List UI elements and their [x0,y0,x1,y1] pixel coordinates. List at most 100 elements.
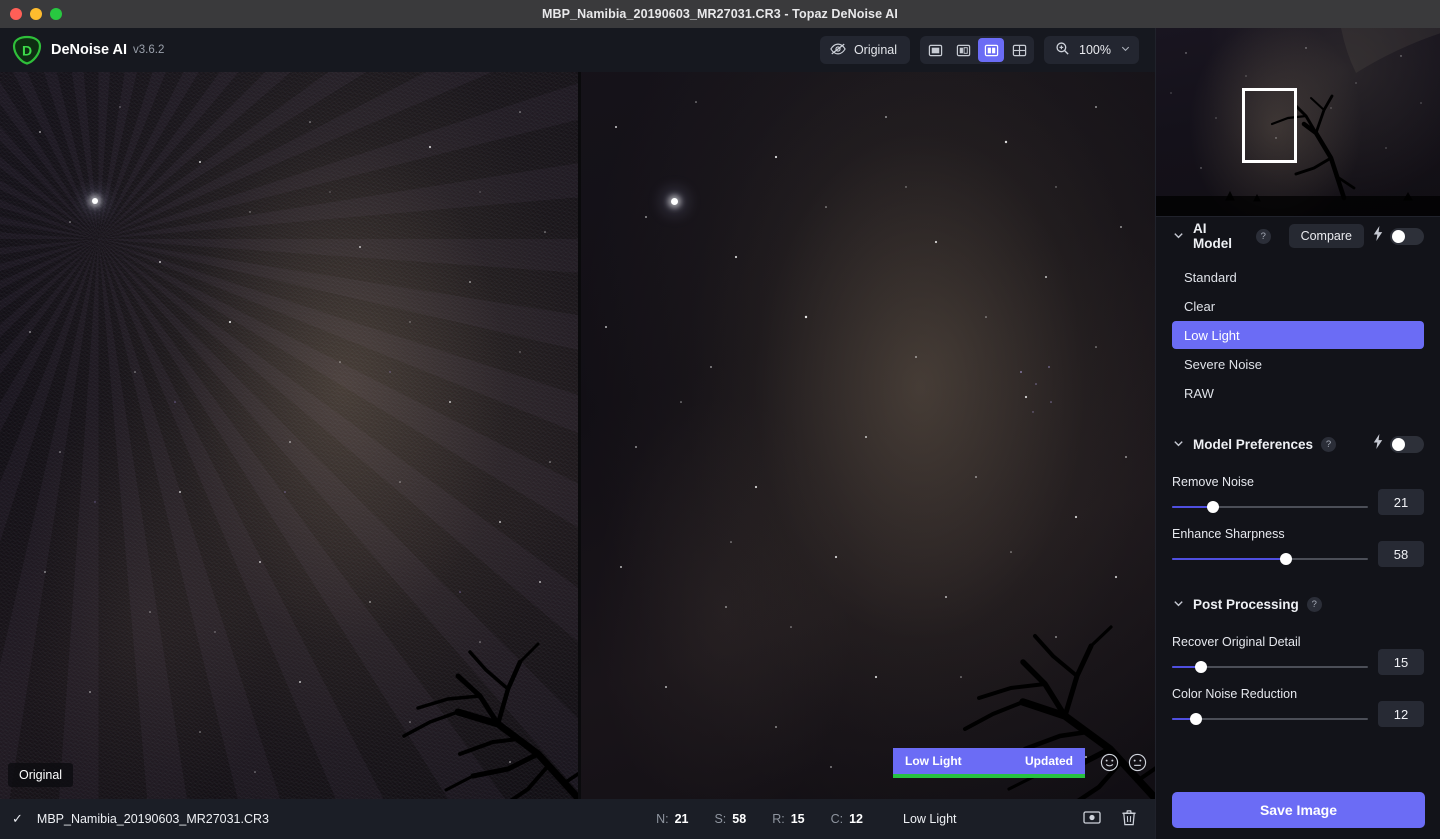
toolbar-actions: Original [820,36,1139,64]
status-model-label: Low Light [903,812,1083,826]
stat-key: C: [831,812,844,826]
model-label: Severe Noise [1184,357,1262,372]
chevron-down-icon[interactable] [1172,229,1185,244]
help-icon[interactable]: ? [1256,229,1271,244]
ai-model-auto-toggle[interactable] [1390,228,1424,245]
image-pane-processed[interactable] [581,72,1155,799]
app-name: DeNoise AI [51,42,127,58]
chevron-down-icon[interactable] [1172,597,1185,612]
remove-noise-label: Remove Noise [1172,475,1368,489]
save-image-button[interactable]: Save Image [1172,792,1425,828]
view-mode-group [920,36,1034,64]
title-bar: MBP_Namibia_20190603_MR27031.CR3 - Topaz… [0,0,1440,28]
view-mode-quad[interactable] [1006,38,1032,62]
lightning-icon [1372,434,1384,454]
slider-thumb[interactable] [1280,553,1292,565]
ai-model-option-clear[interactable]: Clear [1172,292,1424,320]
app-brand: D DeNoise AI v3.6.2 [12,35,164,65]
toggle-knob [1392,230,1405,243]
pane-divider[interactable] [578,72,581,799]
slider-thumb[interactable] [1207,501,1219,513]
pane-label-original: Original [8,763,73,787]
view-mode-split[interactable] [950,38,976,62]
ai-model-option-standard[interactable]: Standard [1172,263,1424,291]
ai-model-section: AI Model ? Compare Standard Clear Low Li… [1156,217,1440,407]
app-window: MBP_Namibia_20190603_MR27031.CR3 - Topaz… [0,0,1440,839]
view-mode-single[interactable] [922,38,948,62]
close-window-button[interactable] [10,8,22,20]
toggle-original-button[interactable]: Original [820,36,910,64]
image-pane-original[interactable]: Original [0,72,578,799]
help-icon[interactable]: ? [1321,437,1336,452]
enhance-sharpness-value[interactable]: 58 [1378,541,1424,567]
color-noise-reduction-value[interactable]: 12 [1378,701,1424,727]
preview-image-icon[interactable] [1083,809,1101,829]
post-processing-header: Post Processing ? [1172,585,1424,623]
enhance-sharpness-slider[interactable] [1172,552,1368,566]
neutral-face-icon[interactable] [1128,753,1147,777]
ai-model-header: AI Model ? Compare [1172,217,1424,255]
model-preferences-section: Model Preferences ? Remove Noise [1156,425,1440,567]
post-processing-section: Post Processing ? Recover Original Detai… [1156,585,1440,727]
model-preferences-title: Model Preferences [1193,437,1313,452]
delete-icon[interactable] [1121,809,1137,829]
view-mode-side-by-side[interactable] [978,38,1004,62]
top-toolbar: D DeNoise AI v3.6.2 Original [0,28,1155,72]
badge-content: Low Light Updated [893,748,1085,774]
recover-original-detail-value[interactable]: 15 [1378,649,1424,675]
status-bar: ✓ MBP_Namibia_20190603_MR27031.CR3 N: 21… [0,799,1155,839]
slider-thumb[interactable] [1195,661,1207,673]
recover-original-detail-slider[interactable] [1172,660,1368,674]
stat-key: R: [772,812,785,826]
zoom-control[interactable]: 100% [1044,36,1139,64]
ai-model-title: AI Model [1193,221,1248,251]
status-bar-actions [1083,809,1137,829]
ai-model-option-severe-noise[interactable]: Severe Noise [1172,350,1424,378]
topaz-logo-icon: D [12,35,42,65]
svg-text:D: D [22,43,32,59]
model-label: Low Light [1184,328,1240,343]
status-filename: MBP_Namibia_20190603_MR27031.CR3 [37,812,269,826]
model-preferences-header: Model Preferences ? [1172,425,1424,463]
navigator-preview[interactable] [1156,28,1440,217]
ai-model-option-raw[interactable]: RAW [1172,379,1424,407]
model-preferences-auto-toggle[interactable] [1390,436,1424,453]
remove-noise-control: Remove Noise 21 [1172,473,1424,515]
toggle-knob [1392,438,1405,451]
navigator-viewport-rect[interactable] [1242,88,1297,163]
compare-button[interactable]: Compare [1289,224,1364,248]
processing-status-badge: Low Light Updated [893,748,1085,778]
eye-off-icon [830,42,846,59]
thumbs-up-face-icon[interactable] [1100,753,1119,777]
help-icon[interactable]: ? [1307,597,1322,612]
tree-silhouette-original [388,604,578,799]
model-label: Standard [1184,270,1237,285]
slider-thumb[interactable] [1190,713,1202,725]
enhance-sharpness-label: Enhance Sharpness [1172,527,1368,541]
navigator-content [1156,28,1440,217]
minimize-window-button[interactable] [30,8,42,20]
image-canvas[interactable]: Original [0,72,1155,799]
status-stats: N: 21 S: 58 R: 15 C: 12 [656,812,863,826]
stat-key: N: [656,812,669,826]
chevron-down-icon[interactable] [1172,437,1185,452]
app-version: v3.6.2 [133,44,164,56]
ai-model-option-low-light[interactable]: Low Light [1172,321,1424,349]
recover-original-detail-control: Recover Original Detail 15 [1172,633,1424,675]
maximize-window-button[interactable] [50,8,62,20]
stat-recover: R: 15 [772,812,804,826]
file-checkmark-icon[interactable]: ✓ [12,811,23,827]
badge-model-label: Low Light [905,754,962,768]
chevron-down-icon [1120,43,1131,57]
badge-progress-bar [893,774,1085,778]
lightning-icon [1372,226,1384,246]
window-controls [10,0,62,28]
feedback-icons [1100,753,1147,777]
zoom-in-icon [1055,41,1070,59]
color-noise-reduction-slider[interactable] [1172,712,1368,726]
remove-noise-slider[interactable] [1172,500,1368,514]
remove-noise-value[interactable]: 21 [1378,489,1424,515]
window-title: MBP_Namibia_20190603_MR27031.CR3 - Topaz… [542,7,898,21]
bright-star-processed [671,198,678,205]
stat-value: 58 [732,812,746,826]
